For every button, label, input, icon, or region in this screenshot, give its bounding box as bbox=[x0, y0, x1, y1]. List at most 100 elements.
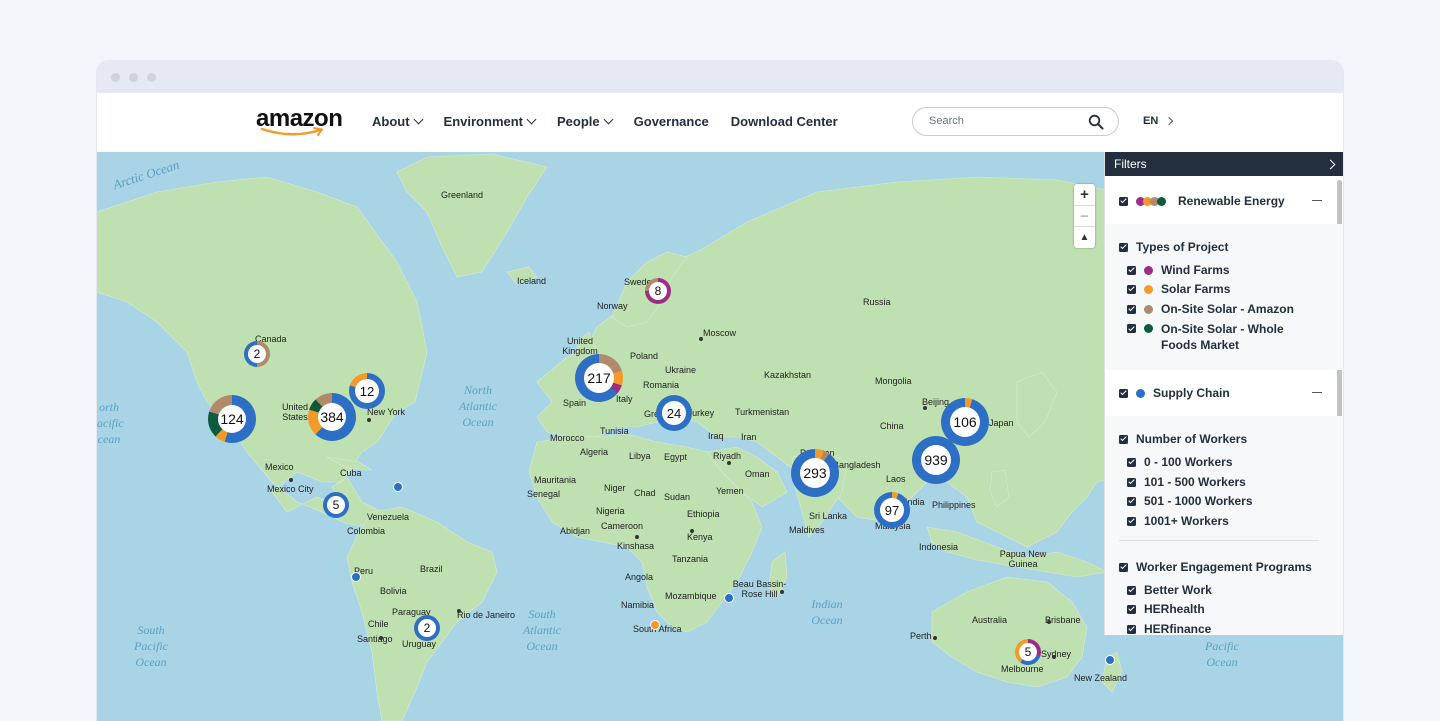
filter-workers[interactable]: 501 - 1000 Workers bbox=[1127, 494, 1253, 508]
map-cluster[interactable]: 5 bbox=[1015, 639, 1041, 665]
checkbox[interactable] bbox=[1127, 477, 1136, 487]
cluster-count: 24 bbox=[662, 401, 686, 425]
search-icon[interactable] bbox=[1088, 114, 1104, 130]
checkbox[interactable] bbox=[1119, 562, 1128, 572]
solar-legend-dot bbox=[1144, 284, 1153, 294]
checkbox[interactable] bbox=[1127, 284, 1136, 294]
cluster-count: 217 bbox=[584, 363, 614, 393]
checkbox[interactable] bbox=[1119, 242, 1128, 252]
checkbox[interactable] bbox=[1119, 388, 1128, 398]
place-label: Sydney bbox=[1041, 649, 1072, 659]
types-of-project-toggle[interactable]: Types of Project bbox=[1119, 240, 1228, 254]
collapse-icon[interactable] bbox=[1312, 200, 1322, 201]
city-dot bbox=[367, 418, 371, 422]
map-cluster[interactable]: 217 bbox=[575, 354, 623, 402]
filter-program[interactable]: HERfinance bbox=[1127, 622, 1211, 636]
checkbox[interactable] bbox=[1127, 496, 1136, 506]
supply-chain-marker[interactable] bbox=[1105, 655, 1115, 665]
map-cluster[interactable]: 97 bbox=[874, 492, 910, 528]
supply-chain-legend-dot bbox=[1136, 388, 1145, 398]
checkbox[interactable] bbox=[1127, 457, 1136, 467]
filters-header[interactable]: Filters bbox=[1105, 152, 1343, 176]
map-cluster[interactable]: 8 bbox=[645, 278, 671, 304]
solar-marker[interactable] bbox=[650, 620, 660, 630]
place-label: Ethiopia bbox=[687, 509, 720, 519]
place-label: Bolivia bbox=[380, 586, 407, 596]
cluster-count: 5 bbox=[327, 496, 345, 514]
filter-onsite-amazon[interactable]: On-Site Solar - Amazon bbox=[1127, 302, 1294, 316]
city-dot bbox=[780, 590, 784, 594]
filter-program[interactable]: HERhealth bbox=[1127, 602, 1205, 616]
filters-title: Filters bbox=[1114, 157, 1147, 171]
menu-environment[interactable]: Environment bbox=[444, 114, 537, 129]
menu-governance[interactable]: Governance bbox=[634, 114, 709, 129]
city-dot bbox=[1052, 655, 1056, 659]
number-of-workers-toggle[interactable]: Number of Workers bbox=[1119, 432, 1247, 446]
filter-onsite-wholefoods[interactable]: On-Site Solar - Whole Foods Market bbox=[1127, 321, 1317, 353]
menu-download-center[interactable]: Download Center bbox=[731, 114, 838, 129]
search-input[interactable] bbox=[927, 114, 1081, 128]
place-label: Kenya bbox=[687, 532, 713, 542]
place-label: Niger bbox=[604, 483, 626, 493]
ocean-label: Indian Ocean bbox=[811, 597, 843, 627]
map-cluster[interactable]: 106 bbox=[941, 398, 989, 446]
menu-label: About bbox=[372, 114, 410, 129]
renewable-energy-toggle[interactable]: Renewable Energy bbox=[1119, 194, 1285, 208]
checkbox[interactable] bbox=[1119, 196, 1128, 206]
place-label: Venezuela bbox=[367, 512, 410, 522]
place-label: Mexico bbox=[265, 462, 294, 472]
city-dot bbox=[457, 609, 461, 613]
place-label: Papua New Guinea bbox=[999, 549, 1047, 569]
checkbox[interactable] bbox=[1127, 624, 1136, 634]
menu-people[interactable]: People bbox=[557, 114, 614, 129]
filter-workers[interactable]: 101 - 500 Workers bbox=[1127, 475, 1246, 489]
zoom-in-button[interactable]: + bbox=[1074, 184, 1095, 206]
checkbox[interactable] bbox=[1127, 604, 1136, 614]
amazon-logo[interactable]: amazon bbox=[256, 107, 343, 137]
map-cluster[interactable]: 2 bbox=[244, 341, 270, 367]
map-cluster[interactable]: 2 bbox=[414, 615, 440, 641]
filter-workers[interactable]: 1001+ Workers bbox=[1127, 514, 1229, 528]
place-label: Turkmenistan bbox=[735, 407, 790, 417]
place-label: New York bbox=[367, 407, 406, 417]
supply-chain-marker[interactable] bbox=[351, 572, 361, 582]
map-cluster[interactable]: 384 bbox=[308, 393, 356, 441]
place-label: Japan bbox=[989, 418, 1014, 428]
supply-chain-marker[interactable] bbox=[724, 593, 734, 603]
checkbox[interactable] bbox=[1119, 434, 1128, 444]
chevron-down-icon bbox=[413, 114, 423, 125]
worker-engagement-toggle[interactable]: Worker Engagement Programs bbox=[1119, 560, 1312, 574]
place-label: Libya bbox=[629, 451, 651, 461]
place-label: Tanzania bbox=[672, 554, 709, 564]
cluster-count: 2 bbox=[248, 345, 266, 363]
compass-reset-button[interactable]: ▲ bbox=[1074, 227, 1095, 248]
collapse-icon[interactable] bbox=[1312, 392, 1322, 393]
place-label: Morocco bbox=[550, 433, 585, 443]
supply-chain-toggle[interactable]: Supply Chain bbox=[1119, 386, 1230, 400]
menu-about[interactable]: About bbox=[372, 114, 423, 129]
checkbox[interactable] bbox=[1127, 516, 1136, 526]
filter-workers[interactable]: 0 - 100 Workers bbox=[1127, 455, 1233, 469]
place-label: Iceland bbox=[517, 276, 547, 286]
cluster-count: 12 bbox=[355, 379, 379, 403]
checkbox[interactable] bbox=[1127, 324, 1136, 333]
zoom-out-button[interactable]: − bbox=[1074, 206, 1095, 228]
map-cluster[interactable]: 124 bbox=[208, 395, 256, 443]
place-label: New Zealand bbox=[1074, 673, 1128, 683]
map-cluster[interactable]: 24 bbox=[656, 395, 692, 431]
place-label: Maldives bbox=[789, 525, 825, 535]
map-cluster[interactable]: 5 bbox=[323, 492, 349, 518]
place-label: Yemen bbox=[716, 486, 744, 496]
map-cluster[interactable]: 293 bbox=[791, 449, 839, 497]
place-label: Indonesia bbox=[919, 542, 959, 552]
map-cluster[interactable]: 12 bbox=[349, 373, 385, 409]
filter-solar-farms[interactable]: Solar Farms bbox=[1127, 282, 1230, 296]
checkbox[interactable] bbox=[1127, 585, 1136, 595]
checkbox[interactable] bbox=[1127, 304, 1136, 314]
supply-chain-marker[interactable] bbox=[393, 482, 403, 492]
wind-legend-dot bbox=[1144, 265, 1153, 275]
filter-wind-farms[interactable]: Wind Farms bbox=[1127, 263, 1230, 277]
checkbox[interactable] bbox=[1127, 265, 1136, 275]
filter-program[interactable]: Better Work bbox=[1127, 583, 1212, 597]
language-selector[interactable]: EN bbox=[1143, 115, 1174, 127]
